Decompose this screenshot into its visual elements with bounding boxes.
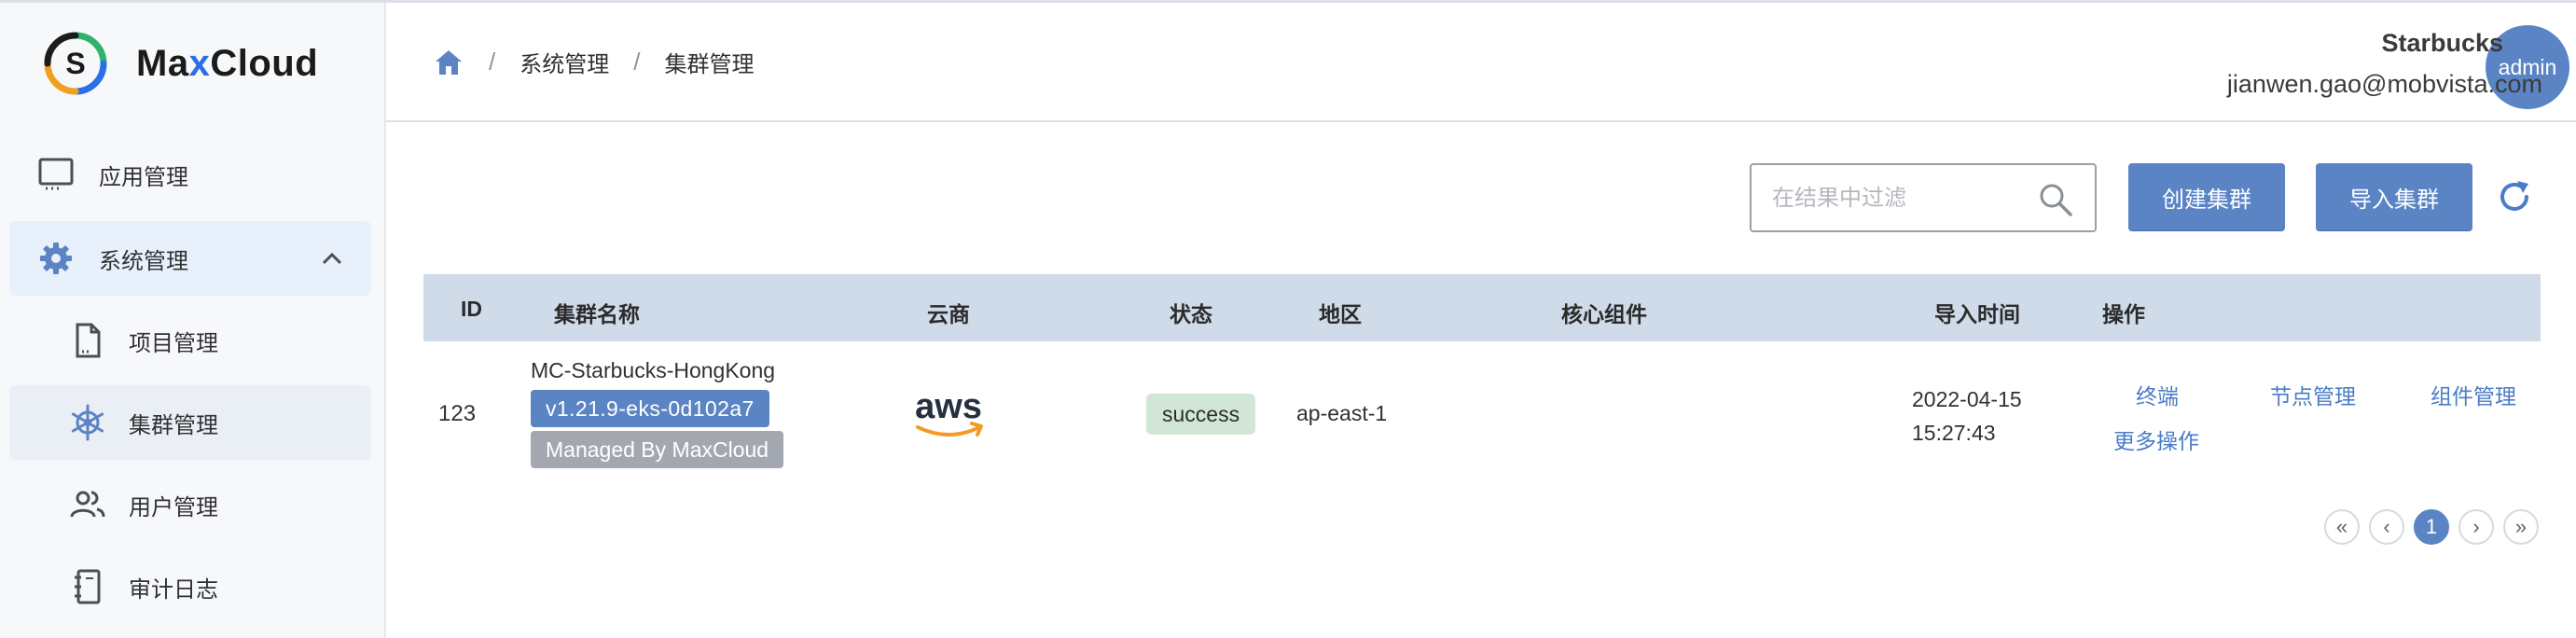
- svg-text:S: S: [65, 47, 85, 80]
- sidebar-item-users[interactable]: 用户管理: [9, 467, 371, 542]
- top-header: / 系统管理 / 集群管理 admin Starbucks jianwen.ga…: [386, 3, 2576, 122]
- column-header-region: 地区: [1319, 302, 1362, 326]
- filter-search-box: [1750, 163, 2097, 232]
- gear-icon: [35, 238, 76, 279]
- create-cluster-button[interactable]: 创建集群: [2128, 163, 2285, 230]
- column-header-actions: 操作: [2102, 302, 2145, 326]
- cluster-region: ap-east-1: [1296, 401, 1388, 425]
- column-header-cloud: 云商: [927, 302, 970, 326]
- sidebar: S MaxCloud 应用管理 系统管理 项目管理 集群管理 用户管理 审计日志: [0, 3, 386, 638]
- node-management-link[interactable]: 节点管理: [2270, 379, 2356, 410]
- app-logo[interactable]: S MaxCloud: [43, 31, 318, 96]
- breadcrumb-separator: /: [489, 48, 496, 76]
- import-time: 2022-04-15 15:27:43: [1912, 382, 2022, 450]
- sidebar-item-label: 审计日志: [129, 576, 218, 603]
- column-header-id: ID: [461, 297, 482, 321]
- document-icon: [67, 320, 108, 361]
- sidebar-item-label: 系统管理: [99, 248, 188, 274]
- column-header-import-time: 导入时间: [1934, 302, 2020, 326]
- table-row: 123 MC-Starbucks-HongKong v1.21.9-eks-0d…: [423, 341, 2541, 481]
- managed-tag: Managed By MaxCloud: [531, 431, 784, 468]
- version-tag: v1.21.9-eks-0d102a7: [531, 390, 769, 427]
- cluster-name: MC-Starbucks-HongKong: [531, 358, 776, 382]
- more-actions-link[interactable]: 更多操作: [2113, 423, 2199, 455]
- notebook-icon: [67, 566, 108, 607]
- component-management-link[interactable]: 组件管理: [2431, 379, 2516, 410]
- filter-input[interactable]: [1770, 178, 2035, 219]
- column-header-name: 集群名称: [554, 302, 640, 326]
- aws-logo-icon: aws: [915, 387, 983, 437]
- home-icon[interactable]: [433, 47, 464, 78]
- search-icon[interactable]: [2037, 181, 2074, 218]
- maxcloud-logo-icon: S: [44, 32, 107, 95]
- cluster-id: 123: [438, 401, 477, 426]
- table-header: ID 集群名称 云商 状态 地区 核心组件 导入时间 操作: [423, 274, 2541, 341]
- page-1-button[interactable]: 1: [2414, 509, 2449, 545]
- sidebar-item-system[interactable]: 系统管理: [9, 221, 371, 296]
- brand-name: MaxCloud: [136, 42, 319, 84]
- sidebar-item-clusters[interactable]: 集群管理: [9, 385, 371, 460]
- monitor-icon: [35, 154, 76, 195]
- next-page-button[interactable]: ›: [2458, 509, 2494, 545]
- breadcrumb: / 系统管理 / 集群管理: [433, 46, 754, 78]
- import-clock: 15:27:43: [1912, 421, 1996, 445]
- sidebar-item-label: 应用管理: [99, 164, 188, 190]
- import-date: 2022-04-15: [1912, 387, 2022, 411]
- column-header-status: 状态: [1170, 302, 1212, 326]
- last-page-button[interactable]: »: [2503, 509, 2539, 545]
- chevron-up-icon[interactable]: [319, 245, 345, 271]
- users-icon: [67, 484, 108, 525]
- sidebar-item-apps[interactable]: 应用管理: [9, 137, 371, 212]
- first-page-button[interactable]: «: [2324, 509, 2360, 545]
- breadcrumb-separator: /: [633, 48, 641, 76]
- prev-page-button[interactable]: ‹: [2369, 509, 2404, 545]
- import-cluster-button[interactable]: 导入集群: [2316, 163, 2472, 230]
- user-name: Starbucks: [2381, 29, 2503, 57]
- sidebar-item-label: 项目管理: [129, 330, 218, 356]
- refresh-icon[interactable]: [2496, 178, 2533, 215]
- breadcrumb-item-system[interactable]: 系统管理: [519, 46, 609, 78]
- user-email: jianwen.gao@mobvista.com: [2226, 70, 2542, 98]
- sidebar-item-projects[interactable]: 项目管理: [9, 303, 371, 378]
- terminal-link[interactable]: 终端: [2136, 379, 2179, 410]
- breadcrumb-item-clusters: 集群管理: [664, 52, 755, 77]
- status-badge: success: [1146, 394, 1256, 435]
- helm-icon: [67, 402, 108, 443]
- column-header-components: 核心组件: [1561, 302, 1647, 326]
- svg-text:aws: aws: [915, 387, 982, 426]
- sidebar-item-audit-log[interactable]: 审计日志: [9, 549, 371, 624]
- sidebar-item-label: 用户管理: [129, 494, 218, 520]
- sidebar-item-label: 集群管理: [129, 412, 218, 438]
